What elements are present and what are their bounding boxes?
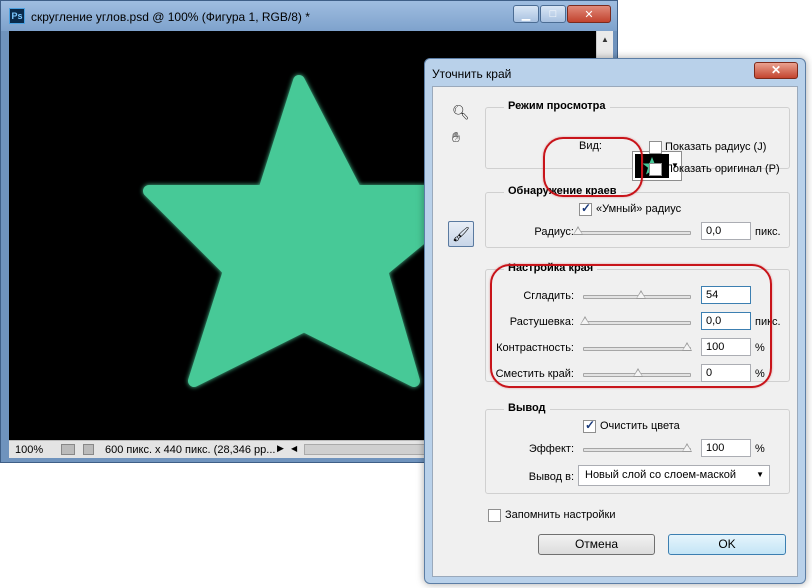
close-icon: ✕ bbox=[584, 8, 594, 21]
photoshop-app-icon: Ps bbox=[9, 8, 25, 24]
smart-radius-label[interactable]: «Умный» радиус bbox=[596, 203, 681, 215]
document-info: 600 пикс. x 440 пикс. (28,346 pp... bbox=[105, 444, 276, 456]
amount-unit: % bbox=[755, 443, 765, 455]
dialog-title: Уточнить край bbox=[432, 67, 512, 81]
minimize-button[interactable]: ▁ bbox=[513, 5, 539, 23]
dialog-titlebar[interactable]: Уточнить край ✕ bbox=[425, 59, 805, 85]
smart-radius-checkbox[interactable] bbox=[579, 201, 592, 216]
edge-detection-group: Обнаружение краев «Умный» радиус Радиус:… bbox=[485, 185, 790, 248]
amount-input[interactable] bbox=[701, 439, 751, 457]
output-group: Вывод Очистить цвета Эффект: % Вывод в: … bbox=[485, 402, 790, 494]
refine-edge-dialog: Уточнить край ✕ 🔍︎ ✋︎ 🖌︎ Режим просмотра… bbox=[424, 58, 806, 584]
gpu-icon bbox=[61, 444, 75, 455]
dialog-close-button[interactable]: ✕ bbox=[754, 62, 798, 79]
amount-label: Эффект: bbox=[528, 443, 574, 455]
decontaminate-label[interactable]: Очистить цвета bbox=[600, 420, 680, 432]
refine-radius-tool-button[interactable]: 🖌︎ bbox=[448, 221, 474, 247]
radius-unit: пикс. bbox=[755, 226, 781, 238]
highlight-ring-view bbox=[543, 137, 643, 197]
hand-tool-icon[interactable]: ✋︎ bbox=[452, 129, 460, 146]
decontaminate-checkbox[interactable] bbox=[583, 418, 596, 433]
show-original-label[interactable]: Показать оригинал (P) bbox=[665, 163, 780, 175]
radius-slider-thumb[interactable] bbox=[573, 226, 583, 235]
output-to-label: Вывод в: bbox=[528, 471, 574, 483]
output-label: Вывод bbox=[504, 402, 550, 414]
dialog-body: 🔍︎ ✋︎ 🖌︎ Режим просмотра Вид: ▼ Показать… bbox=[432, 86, 798, 577]
remember-settings-label[interactable]: Запомнить настройки bbox=[505, 509, 616, 521]
output-to-select[interactable]: Новый слой со слоем-маской ▼ bbox=[578, 465, 770, 486]
amount-slider[interactable] bbox=[583, 443, 692, 452]
output-to-value: Новый слой со слоем-маской bbox=[585, 469, 737, 481]
close-button[interactable]: ✕ bbox=[567, 5, 611, 23]
remember-settings-checkbox[interactable] bbox=[488, 509, 501, 522]
show-radius-label[interactable]: Показать радиус (J) bbox=[665, 141, 766, 153]
window-controls: ▁ □ ✕ bbox=[512, 5, 611, 23]
maximize-button[interactable]: □ bbox=[540, 5, 566, 23]
amount-slider-thumb[interactable] bbox=[682, 443, 692, 452]
maximize-icon: □ bbox=[549, 8, 557, 20]
scroll-left-icon[interactable]: ◀ bbox=[291, 444, 297, 453]
radius-label: Радиус: bbox=[534, 226, 574, 238]
document-title: скругление углов.psd @ 100% (Фигура 1, R… bbox=[31, 10, 310, 24]
minimize-icon: ▁ bbox=[521, 8, 531, 21]
zoom-tool-icon[interactable]: 🔍︎ bbox=[452, 104, 470, 121]
radius-input[interactable] bbox=[701, 222, 751, 240]
ok-button[interactable]: OK bbox=[668, 534, 786, 555]
radius-slider[interactable] bbox=[573, 226, 691, 235]
scroll-up-icon[interactable]: ▲ bbox=[601, 35, 609, 44]
zoom-level[interactable]: 100% bbox=[15, 444, 43, 456]
show-original-checkbox[interactable] bbox=[649, 163, 662, 176]
highlight-ring-adjust-edge bbox=[490, 264, 772, 388]
status-menu-arrow-icon[interactable]: ▶ bbox=[277, 443, 284, 454]
brush-icon: 🖌︎ bbox=[452, 226, 470, 242]
view-mode-label: Режим просмотра bbox=[504, 100, 610, 112]
cancel-button[interactable]: Отмена bbox=[538, 534, 655, 555]
document-titlebar[interactable]: Ps скругление углов.psd @ 100% (Фигура 1… bbox=[1, 1, 617, 31]
close-icon: ✕ bbox=[770, 63, 782, 77]
share-icon[interactable] bbox=[83, 444, 94, 455]
show-radius-checkbox[interactable] bbox=[649, 141, 662, 154]
chevron-down-icon: ▼ bbox=[756, 470, 764, 479]
